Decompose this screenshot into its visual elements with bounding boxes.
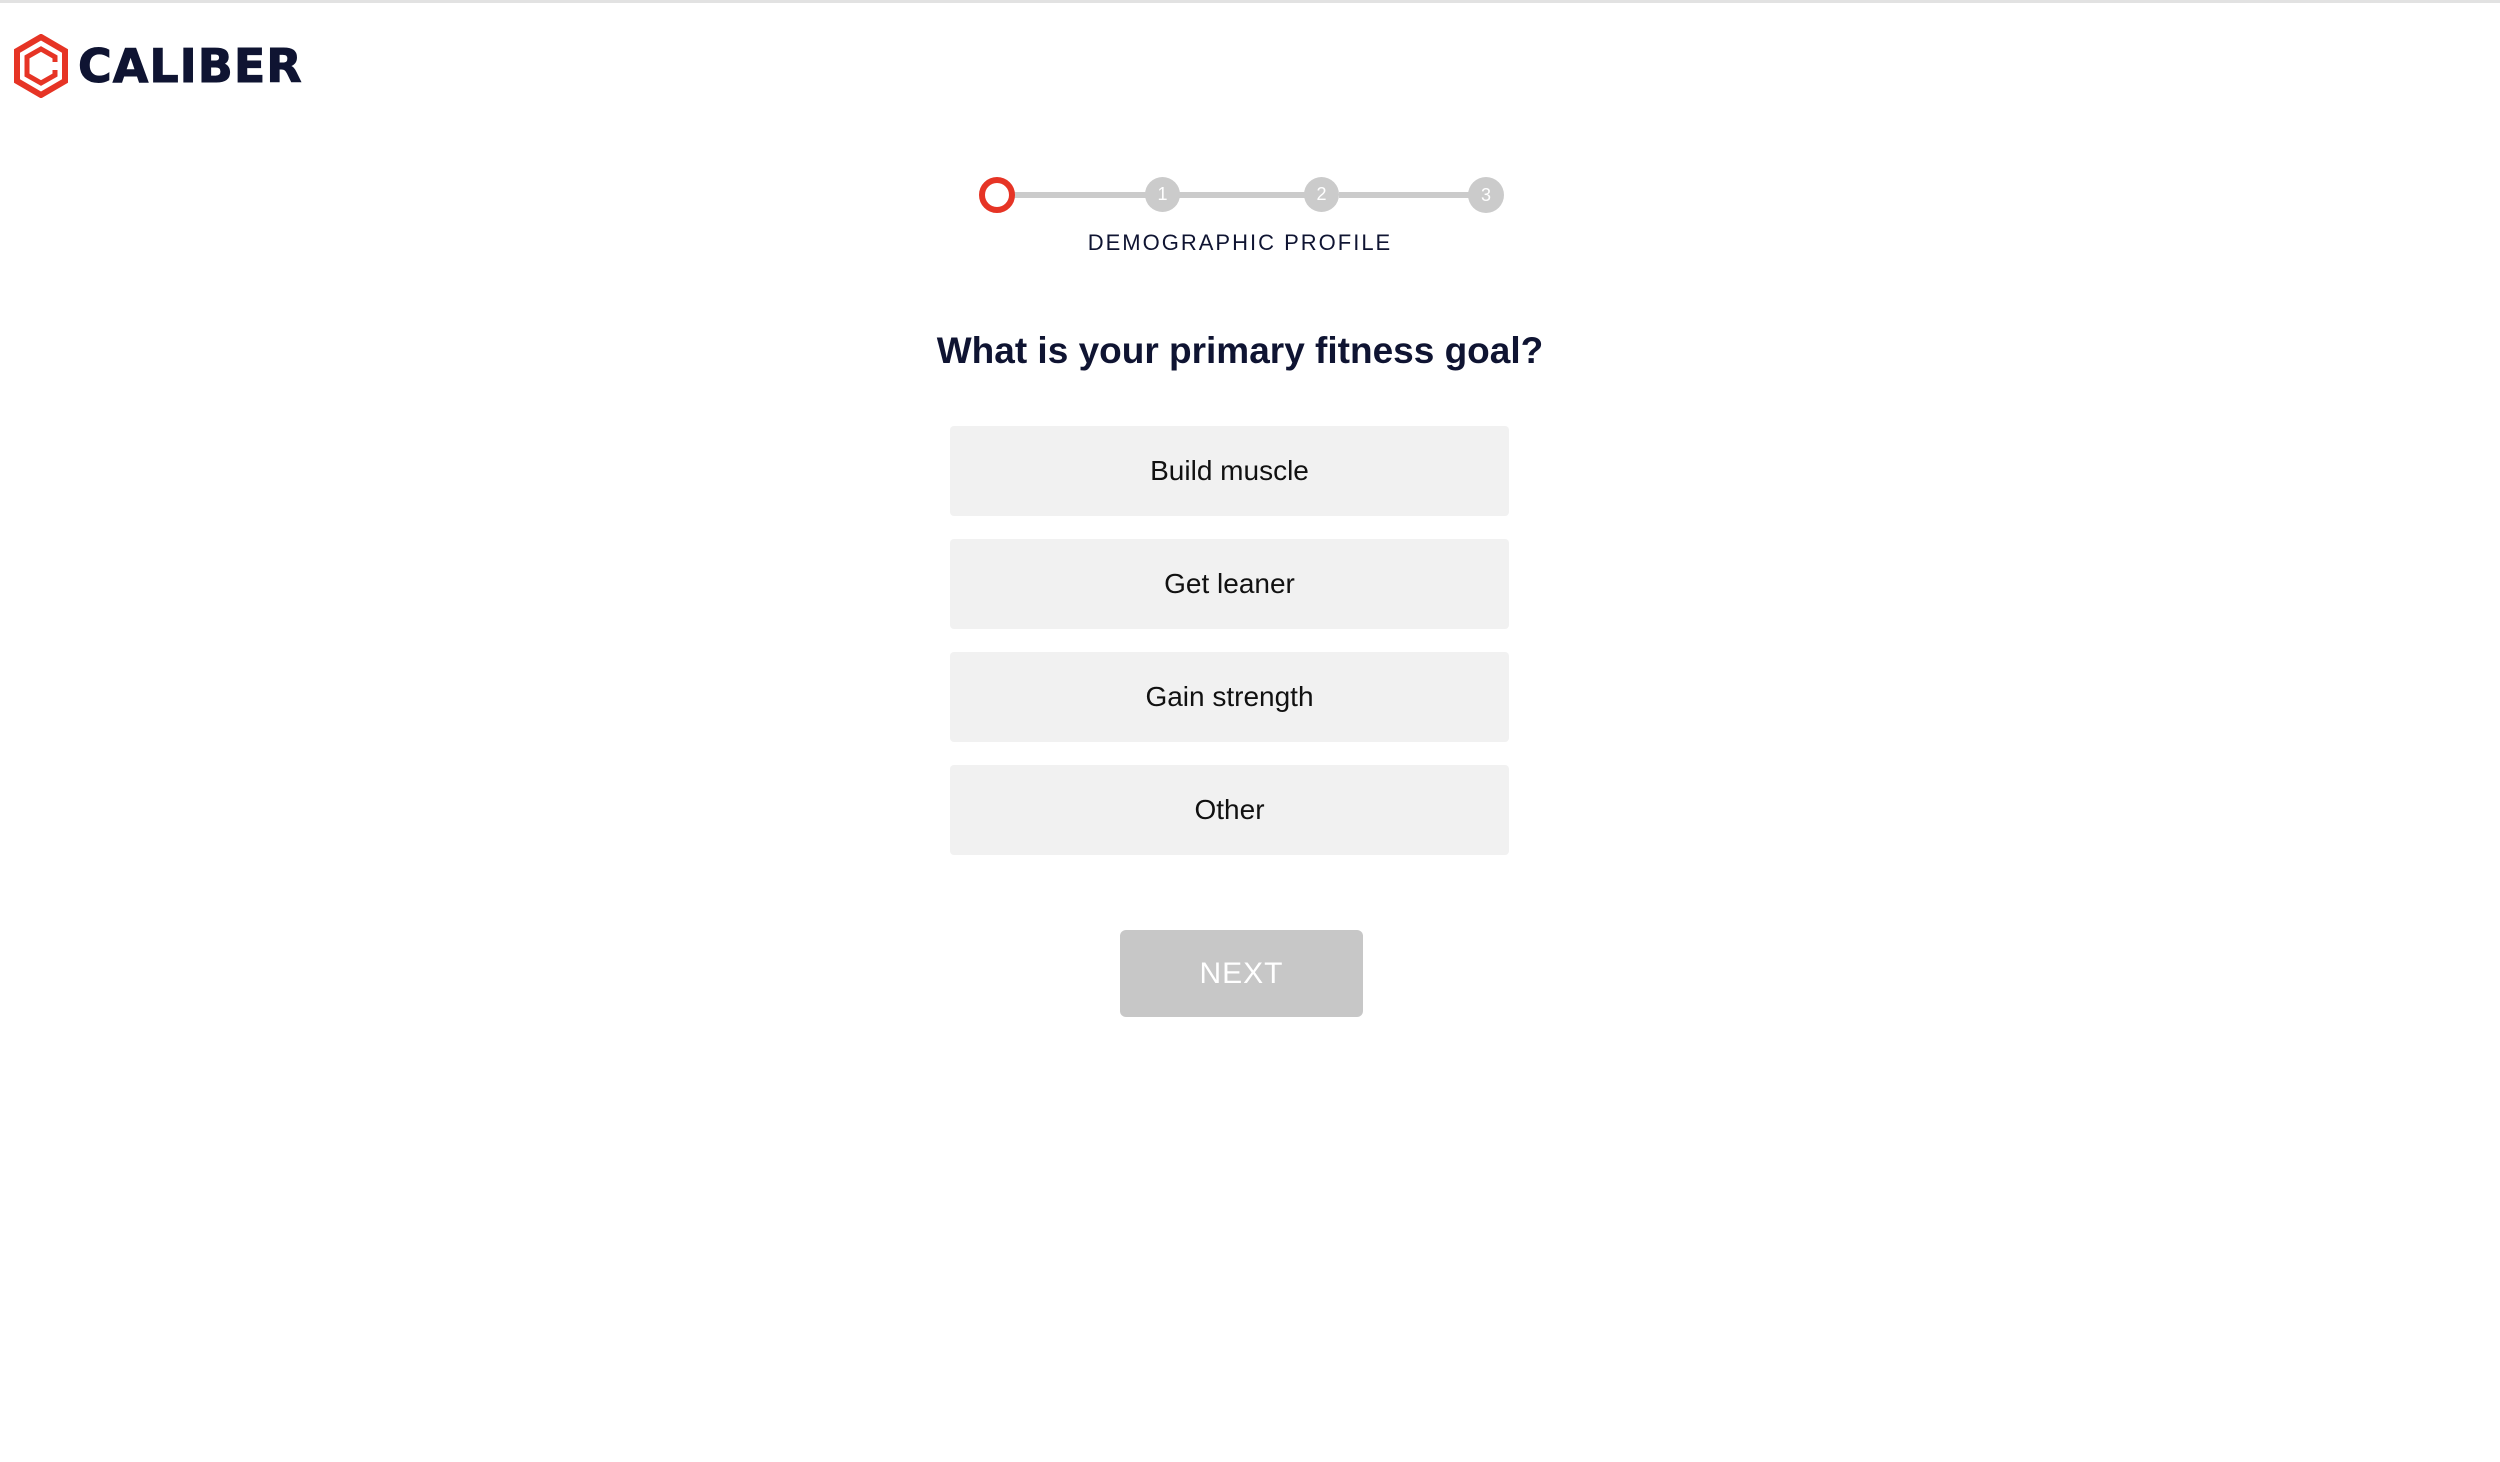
stepper-track: [1179, 192, 1319, 198]
step-label: 2: [1316, 184, 1327, 204]
option-gain-strength[interactable]: Gain strength: [950, 652, 1509, 742]
step-label: 3: [1480, 184, 1491, 205]
progress-stepper: 1 2 3: [979, 177, 1504, 213]
option-other[interactable]: Other: [950, 765, 1509, 855]
stepper-caption: DEMOGRAPHIC PROFILE: [1087, 230, 1393, 255]
step-2: 2: [1304, 177, 1339, 212]
next-button[interactable]: NEXT: [1120, 930, 1363, 1017]
step-current: [979, 177, 1015, 213]
caliber-hexagon-logo-icon: [14, 34, 68, 98]
answer-options: Build muscle Get leaner Gain strength Ot…: [950, 426, 1509, 878]
option-build-muscle[interactable]: Build muscle: [950, 426, 1509, 516]
step-1: 1: [1145, 177, 1180, 212]
step-label: 1: [1157, 184, 1168, 204]
question-title: What is your primary fitness goal?: [936, 330, 1544, 371]
step-3: 3: [1468, 177, 1504, 213]
option-get-leaner[interactable]: Get leaner: [950, 539, 1509, 629]
stepper-track: [1009, 192, 1149, 198]
top-divider: [0, 0, 2500, 3]
brand-wordmark: CALIBER: [78, 39, 303, 94]
caliber-logo[interactable]: CALIBER: [14, 34, 303, 98]
stepper-track: [1339, 192, 1479, 198]
